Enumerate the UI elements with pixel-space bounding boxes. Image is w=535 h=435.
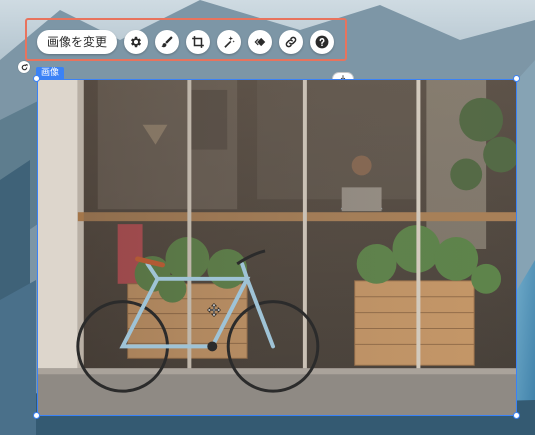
help-icon (315, 35, 329, 49)
edit-button[interactable] (155, 30, 180, 54)
resize-handle-bottom-left[interactable] (33, 412, 40, 419)
animation-icon (254, 37, 266, 47)
image-toolbar: 画像を変更 (37, 29, 335, 55)
resize-handle-top-left[interactable] (33, 75, 40, 82)
rotate-icon (21, 63, 27, 70)
animation-button[interactable] (248, 30, 273, 54)
resize-handle-bottom-right[interactable] (513, 412, 520, 419)
cafe-photo (38, 80, 516, 415)
link-icon (285, 36, 297, 48)
settings-button[interactable] (124, 30, 149, 54)
enhance-button[interactable] (217, 30, 242, 54)
help-button[interactable] (310, 30, 335, 54)
selection-label: 画像 (36, 67, 65, 79)
pen-icon (161, 36, 173, 48)
rotate-handle[interactable] (18, 61, 30, 73)
move-cursor-icon (207, 303, 221, 317)
gear-icon (130, 36, 142, 48)
link-button[interactable] (279, 30, 304, 54)
resize-handle-top-right[interactable] (513, 75, 520, 82)
magic-wand-icon (224, 36, 235, 48)
crop-button[interactable] (186, 30, 211, 54)
change-image-button[interactable]: 画像を変更 (37, 30, 118, 54)
crop-icon (192, 36, 204, 48)
selected-image-frame[interactable] (37, 79, 517, 416)
